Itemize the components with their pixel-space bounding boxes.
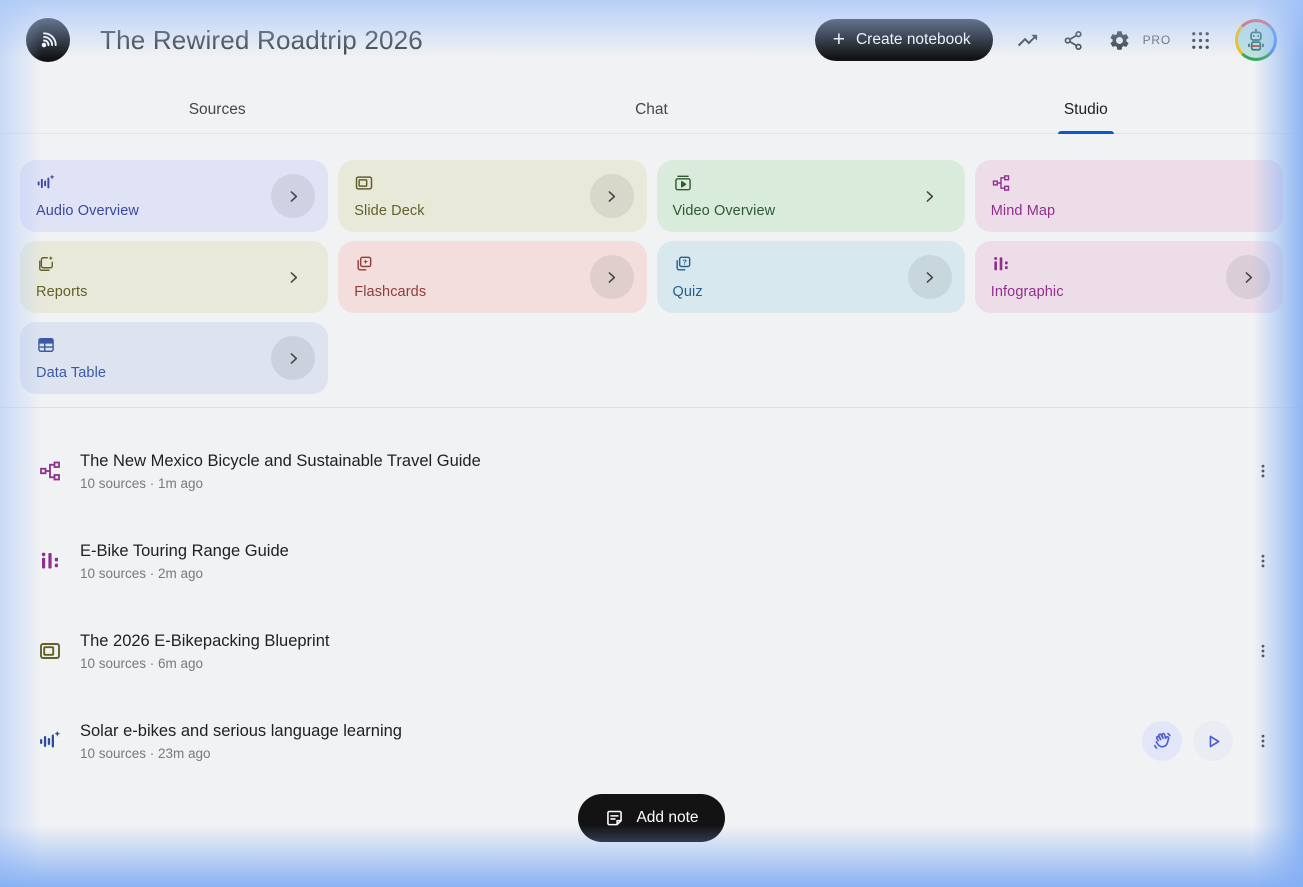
studio-card-label: Video Overview [672, 203, 776, 219]
audio-waveform-icon [38, 729, 62, 753]
studio-card-video-overview[interactable]: Video Overview [656, 160, 965, 232]
settings-gear-icon[interactable] [1097, 17, 1143, 63]
play-icon[interactable] [1193, 721, 1233, 761]
note-title: Solar e-bikes and serious language learn… [80, 721, 402, 740]
studio-card-flashcards[interactable]: Flashcards [338, 241, 647, 313]
list-item[interactable]: Solar e-bikes and serious language learn… [0, 696, 1303, 786]
note-title: E-Bike Touring Range Guide [80, 541, 289, 560]
studio-card-infographic[interactable]: Infographic [974, 241, 1283, 313]
chevron-right-icon[interactable] [908, 174, 952, 218]
apps-grid-icon[interactable] [1177, 17, 1223, 63]
studio-card-audio-overview[interactable]: Audio Overview [20, 160, 329, 232]
studio-card-label: Infographic [990, 284, 1064, 300]
note-title: The 2026 E-Bikepacking Blueprint [80, 631, 330, 650]
tab-sources[interactable]: Sources [0, 86, 434, 133]
studio-card-label: Data Table [36, 365, 107, 381]
studio-card-label: Flashcards [354, 284, 427, 300]
chevron-right-icon[interactable] [271, 255, 315, 299]
studio-card-label: Audio Overview [36, 203, 139, 219]
note-icon [604, 808, 625, 829]
note-meta: 10 sources · 1m ago [80, 475, 204, 491]
app-header: The Rewired Roadtrip 2026 + Create noteb… [0, 0, 1303, 80]
infographic-icon [991, 254, 1267, 274]
audio-waveform-icon [36, 173, 312, 193]
studio-card-label: Reports [36, 284, 88, 300]
add-note-label: Add note [636, 809, 699, 826]
pro-badge: PRO [1142, 33, 1171, 47]
quiz-icon: ? [673, 254, 949, 274]
create-notebook-button[interactable]: + Create notebook [814, 19, 993, 61]
chevron-right-icon[interactable] [589, 174, 634, 218]
create-notebook-label: Create notebook [855, 31, 971, 48]
list-item[interactable]: The New Mexico Bicycle and Sustainable T… [0, 426, 1303, 516]
notebooklm-logo-icon[interactable] [26, 18, 70, 62]
note-title: The New Mexico Bicycle and Sustainable T… [80, 451, 481, 470]
studio-card-label: Mind Map [990, 203, 1056, 219]
more-options-kebab-icon[interactable] [1249, 541, 1277, 581]
list-item[interactable]: The 2026 E-Bikepacking Blueprint 10 sour… [0, 606, 1303, 696]
more-options-kebab-icon[interactable] [1249, 721, 1277, 761]
flashcards-icon [354, 254, 630, 274]
studio-card-slide-deck[interactable]: Slide Deck [338, 160, 647, 232]
user-avatar[interactable] [1235, 19, 1277, 61]
note-meta: 10 sources · 23m ago [80, 745, 211, 761]
tab-studio[interactable]: Studio [869, 86, 1303, 133]
mind-map-icon [991, 173, 1267, 193]
chevron-right-icon[interactable] [271, 336, 316, 380]
chevron-right-icon[interactable] [1226, 255, 1270, 299]
chevron-right-icon[interactable] [589, 255, 634, 299]
tab-chat[interactable]: Chat [434, 86, 868, 133]
slide-deck-icon [354, 173, 630, 193]
studio-output-list: The New Mexico Bicycle and Sustainable T… [0, 408, 1303, 842]
note-meta: 10 sources · 2m ago [80, 565, 204, 581]
studio-card-data-table[interactable]: Data Table [20, 322, 329, 394]
panel-tabs: Sources Chat Studio [0, 86, 1303, 134]
studio-card-quiz[interactable]: ? Quiz [656, 241, 965, 313]
note-meta: 10 sources · 6m ago [80, 655, 204, 671]
infographic-icon [38, 549, 62, 573]
slide-deck-icon [38, 639, 62, 663]
mind-map-icon [38, 459, 62, 483]
more-options-kebab-icon[interactable] [1249, 631, 1277, 671]
add-note-button[interactable]: Add note [578, 794, 725, 842]
avatar-robot-image [1238, 22, 1274, 58]
analytics-trending-up-icon[interactable] [1005, 17, 1051, 63]
studio-card-label: Quiz [672, 284, 703, 300]
studio-card-label: Slide Deck [354, 203, 425, 219]
list-item[interactable]: E-Bike Touring Range Guide 10 sources · … [0, 516, 1303, 606]
data-table-icon [36, 335, 312, 355]
svg-text:?: ? [682, 258, 687, 267]
chevron-right-icon[interactable] [271, 174, 316, 218]
studio-card-grid: Audio Overview Slide Deck Video Overview [20, 160, 1283, 394]
notebook-title[interactable]: The Rewired Roadtrip 2026 [100, 25, 423, 56]
plus-icon: + [832, 27, 845, 51]
studio-card-mind-map[interactable]: Mind Map [974, 160, 1283, 232]
more-options-kebab-icon[interactable] [1249, 451, 1277, 491]
share-icon[interactable] [1051, 17, 1097, 63]
studio-card-reports[interactable]: Reports [20, 241, 329, 313]
report-icon [36, 254, 312, 274]
interactive-mode-wave-icon[interactable] [1142, 721, 1182, 761]
video-overview-icon [673, 173, 949, 193]
chevron-right-icon[interactable] [907, 255, 952, 299]
